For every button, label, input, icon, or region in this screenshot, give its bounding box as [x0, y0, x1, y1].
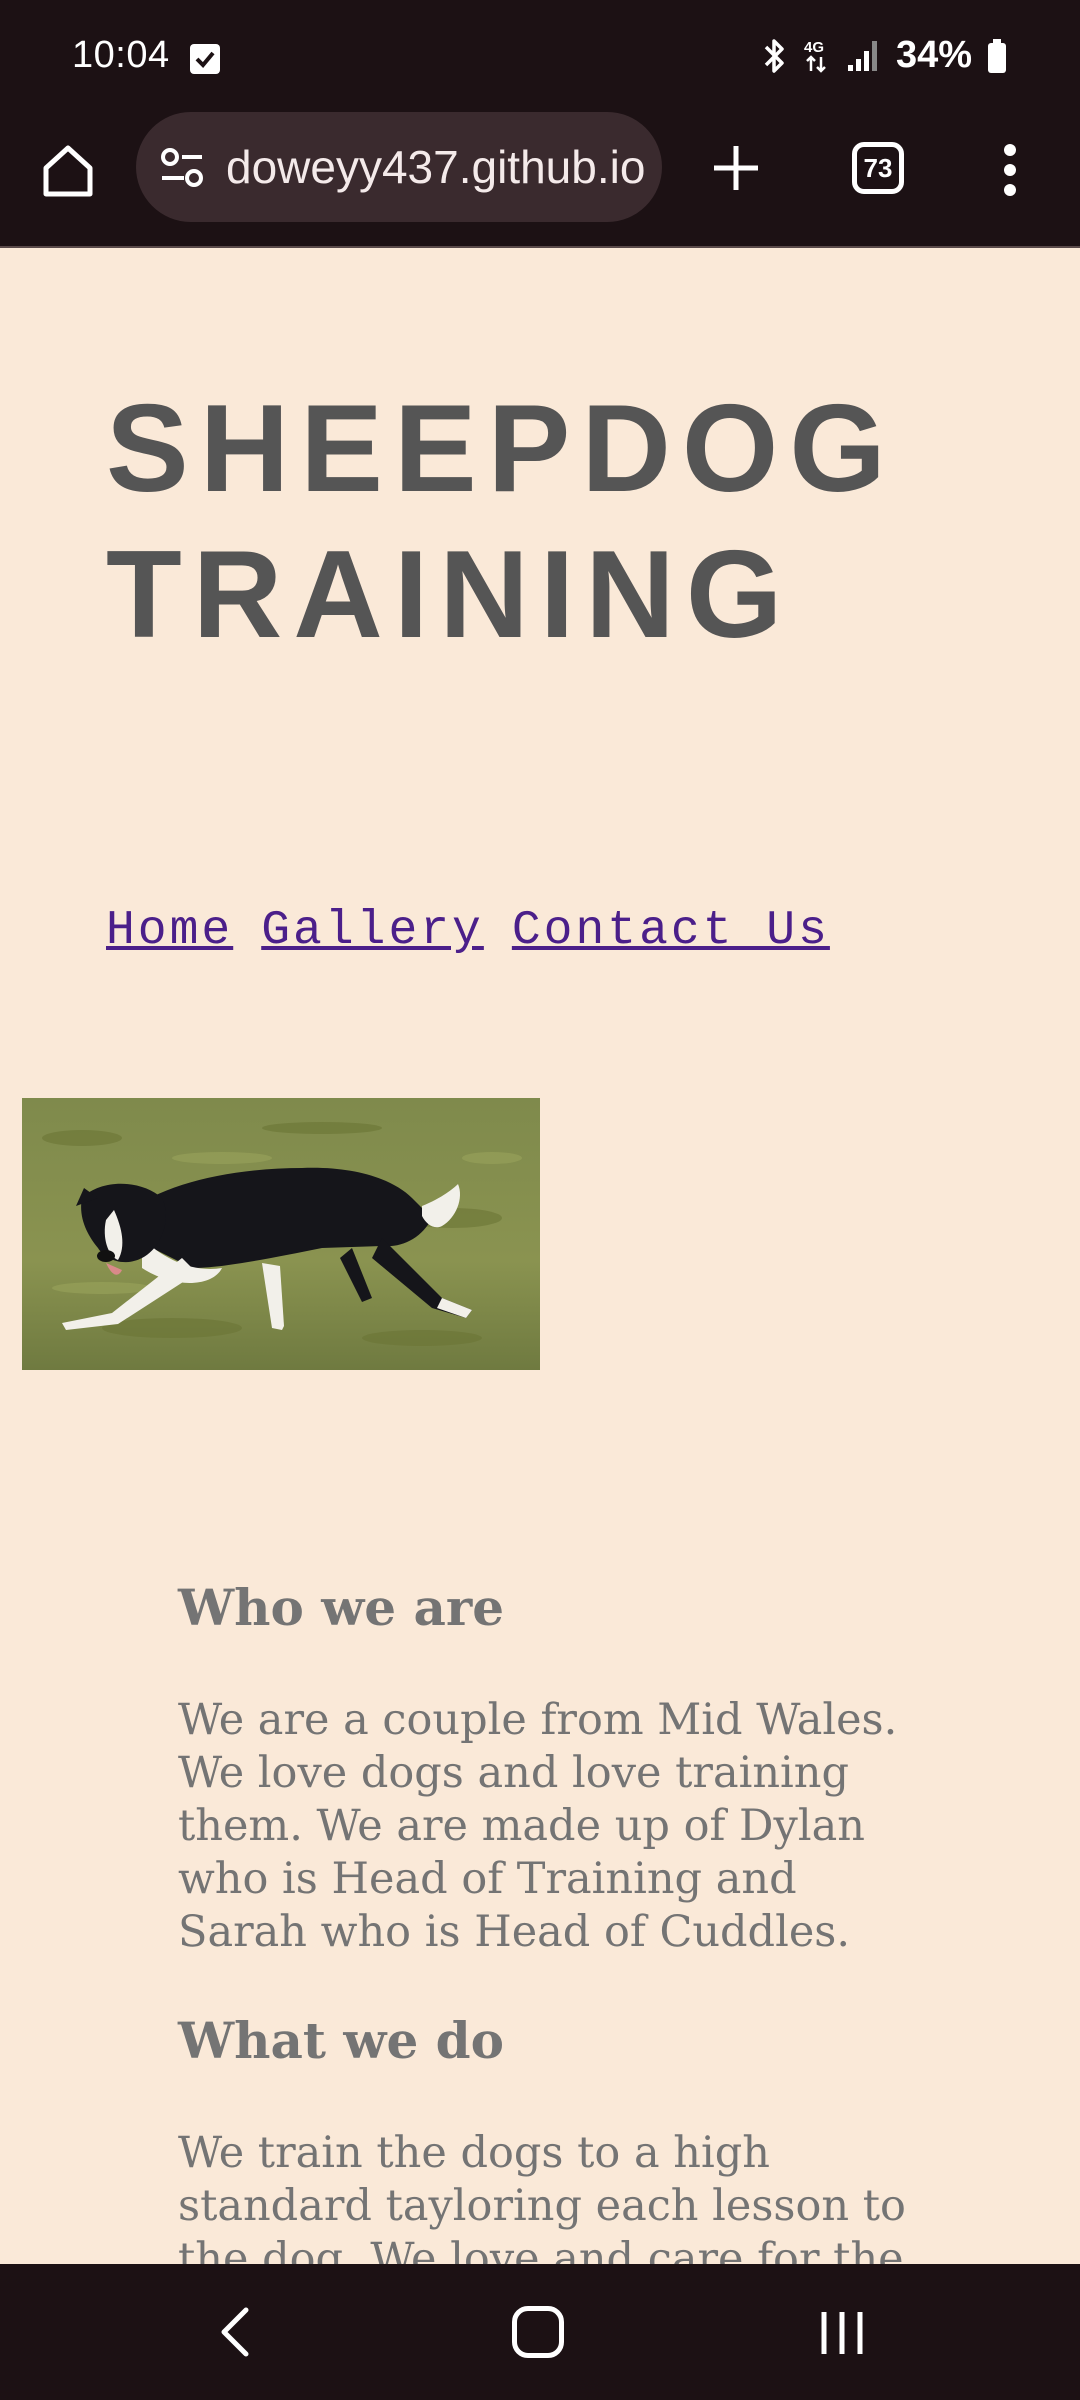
status-bar: 10:04 4G 34%: [0, 0, 1080, 112]
sheepdog-photo: [22, 1098, 540, 1370]
section-body-who-we-are: We are a couple from Mid Wales. We love …: [178, 1695, 898, 1957]
home-nav-icon[interactable]: [512, 2306, 564, 2358]
section-heading-who-we-are: Who we are: [178, 1578, 505, 1637]
address-bar[interactable]: doweyy437.github.io: [136, 112, 662, 222]
site-nav: Home Gallery Contact Us: [106, 904, 830, 958]
home-icon[interactable]: [36, 138, 100, 202]
status-indicators: 4G 34%: [762, 34, 1008, 77]
signal-icon: [847, 40, 877, 71]
battery-icon: [988, 38, 1006, 73]
url-text[interactable]: doweyy437.github.io: [226, 140, 646, 196]
browser-toolbar: doweyy437.github.io 73: [0, 112, 1080, 246]
bluetooth-icon: [764, 38, 784, 73]
system-nav-bar: [0, 2264, 1080, 2400]
nav-link-gallery[interactable]: Gallery: [261, 904, 484, 958]
main-content: Who we are We are a couple from Mid Wale…: [178, 1578, 938, 2264]
svg-text:4G: 4G: [804, 39, 824, 56]
nav-link-contact-us[interactable]: Contact Us: [512, 904, 830, 958]
checkbox-notification-icon: [190, 44, 220, 74]
site-title-line1: SHEEPDOG: [106, 380, 897, 518]
battery-percentage: 34%: [895, 34, 972, 76]
site-settings-icon[interactable]: [158, 146, 206, 190]
network-4g-icon: 4G: [804, 39, 826, 73]
status-time: 10:04: [72, 34, 170, 76]
site-title-line2: TRAINING: [106, 526, 794, 664]
back-icon[interactable]: [212, 2304, 260, 2360]
tab-switcher-icon[interactable]: 73: [852, 142, 904, 194]
section-heading-what-we-do: What we do: [178, 2011, 504, 2070]
nav-link-home[interactable]: Home: [106, 904, 233, 958]
recent-apps-icon[interactable]: [818, 2308, 866, 2358]
more-menu-icon[interactable]: [990, 138, 1030, 202]
site-title: SHEEPDOG TRAINING: [106, 376, 1006, 668]
section-body-what-we-do: We train the dogs to a high standard tay…: [178, 2128, 906, 2264]
new-tab-icon[interactable]: [704, 136, 768, 200]
web-page: SHEEPDOG TRAINING Home Gallery Contact U…: [0, 246, 1080, 2264]
